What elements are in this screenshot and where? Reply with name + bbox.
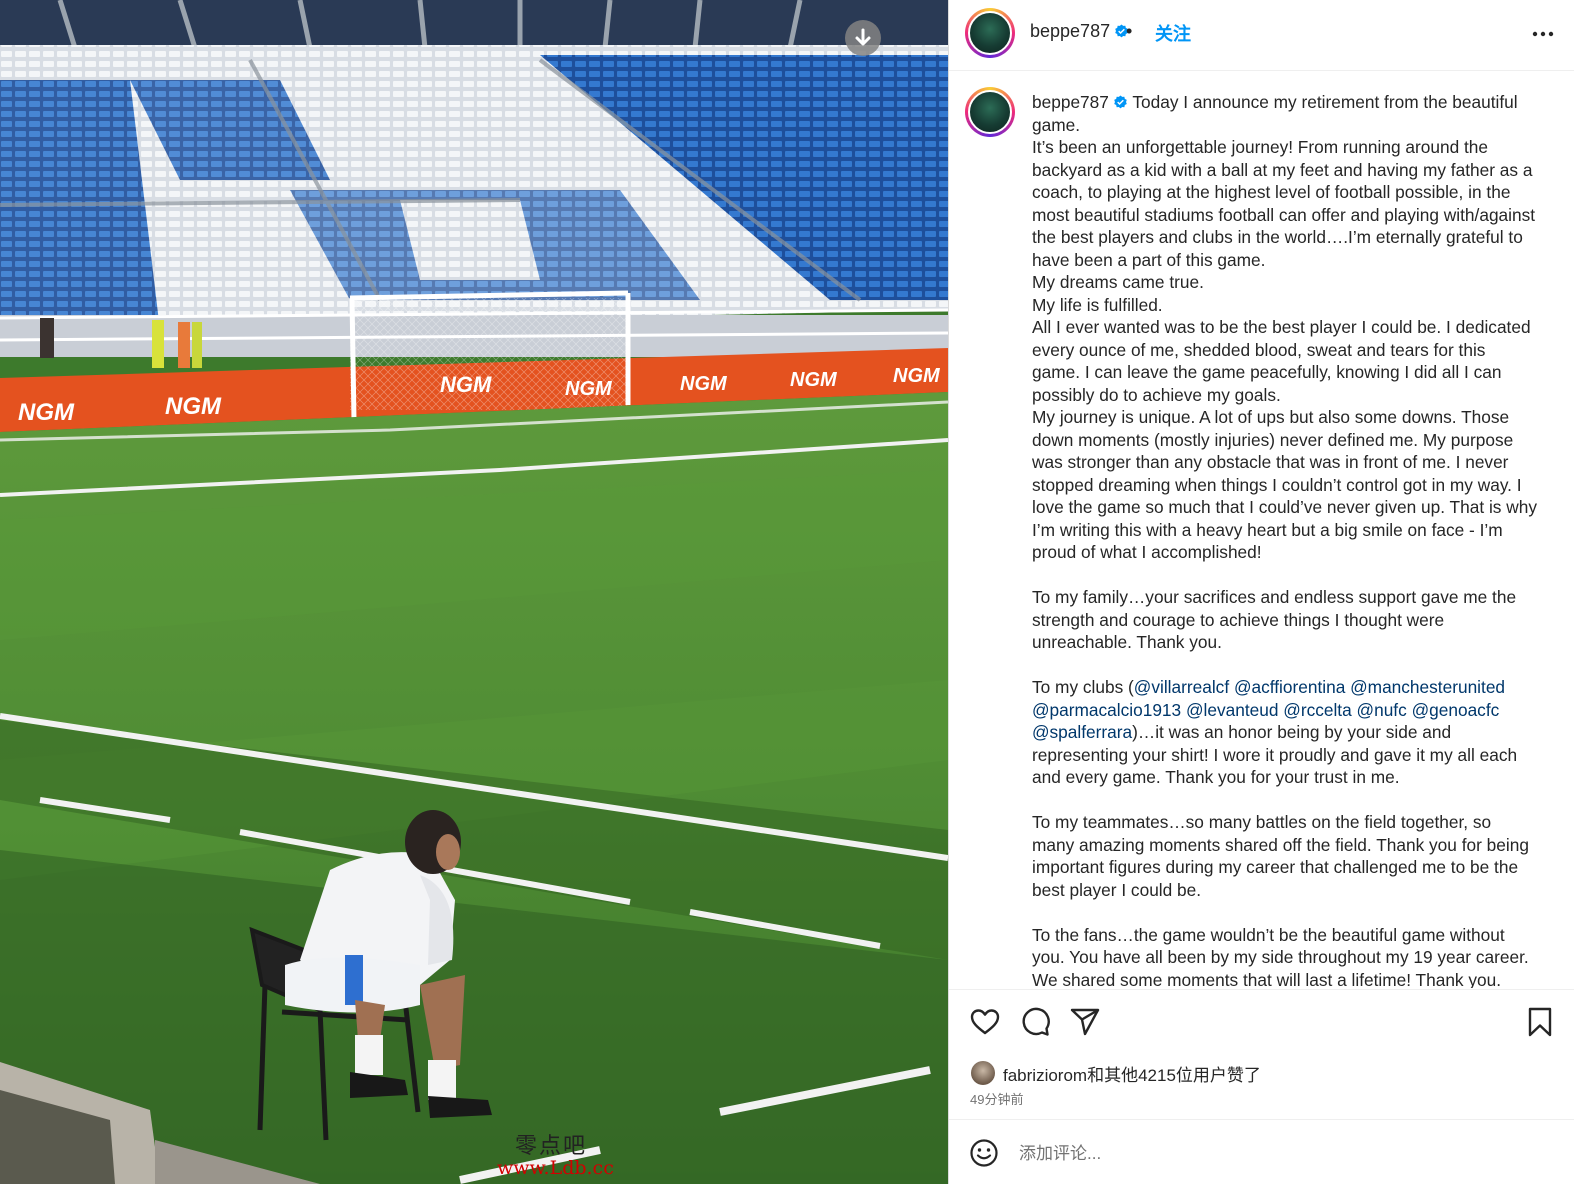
- ad-board-text: NGM: [18, 399, 75, 426]
- mention-link[interactable]: @genoacfc: [1412, 700, 1500, 720]
- send-icon[interactable]: [1069, 1006, 1101, 1038]
- post-panel: beppe787 • 关注 beppe787 Today I announce …: [948, 0, 1574, 1184]
- liker-avatar[interactable]: [971, 1061, 995, 1085]
- verified-badge-icon: [1114, 95, 1127, 109]
- follow-button[interactable]: 关注: [1155, 20, 1191, 46]
- mention-link[interactable]: @rccelta: [1283, 700, 1351, 720]
- post-timestamp[interactable]: 49分钟前: [970, 1089, 1023, 1108]
- watermark-url: www.Ldb.cc: [497, 1157, 614, 1179]
- liker-username[interactable]: fabriziorom: [1003, 1066, 1087, 1085]
- mention-link[interactable]: @manchesterunited: [1350, 677, 1505, 697]
- avatar[interactable]: [965, 8, 1015, 58]
- emoji-icon[interactable]: [969, 1138, 999, 1168]
- caption-body-1: Today I announce my retirement from the …: [1032, 92, 1537, 697]
- header-username-link[interactable]: beppe787: [1030, 21, 1129, 42]
- mention-link[interactable]: @parmacalcio1913: [1032, 700, 1181, 720]
- mention-link[interactable]: @levanteud: [1186, 700, 1279, 720]
- action-bar: fabriziorom和其他4215位用户赞了 49分钟前: [949, 989, 1574, 1120]
- separator-dot: •: [1126, 21, 1133, 41]
- username-text: beppe787: [1030, 21, 1111, 41]
- comment-icon[interactable]: [1019, 1006, 1051, 1038]
- comment-bar: [949, 1119, 1574, 1185]
- caption-username-link[interactable]: beppe787: [1032, 92, 1128, 112]
- download-button[interactable]: [845, 20, 881, 56]
- watermark-text: 零点吧: [515, 1134, 588, 1159]
- mention-link[interactable]: @villarrealcf: [1134, 677, 1229, 697]
- caption-body-2: )…it was an honor being by your side and…: [1032, 722, 1529, 988]
- stadium-photo: NGM NGM NGM NGM NGM NGM NGM: [0, 0, 948, 1184]
- bookmark-icon[interactable]: [1524, 1006, 1556, 1038]
- download-icon: [855, 28, 871, 46]
- mention-link[interactable]: @acffiorentina: [1234, 677, 1345, 697]
- post-header: beppe787 • 关注: [949, 0, 1574, 71]
- likes-count-text: 和其他4215位用户赞了: [1087, 1065, 1261, 1085]
- comment-input[interactable]: [1017, 1140, 1441, 1168]
- ad-board-text: NGM: [165, 393, 222, 420]
- likes-row[interactable]: fabriziorom和其他4215位用户赞了: [971, 1060, 1261, 1086]
- mention-link[interactable]: @nufc: [1357, 700, 1407, 720]
- ad-board-text: NGM: [790, 369, 838, 391]
- post-photo: NGM NGM NGM NGM NGM NGM NGM: [0, 0, 948, 1184]
- caption-username: beppe787: [1032, 92, 1109, 112]
- ad-board-text: NGM: [893, 365, 941, 387]
- ad-board-text: NGM: [680, 373, 728, 395]
- mention-link[interactable]: @spalferrara: [1032, 722, 1132, 742]
- caption-avatar[interactable]: [965, 87, 1015, 137]
- caption-text: beppe787 Today I announce my retirement …: [1032, 91, 1538, 988]
- heart-icon[interactable]: [969, 1006, 1001, 1038]
- goal: [349, 290, 631, 421]
- likes-text: fabriziorom和其他4215位用户赞了: [1003, 1061, 1261, 1086]
- caption-area[interactable]: beppe787 Today I announce my retirement …: [949, 71, 1574, 988]
- more-options-icon[interactable]: [1531, 22, 1555, 46]
